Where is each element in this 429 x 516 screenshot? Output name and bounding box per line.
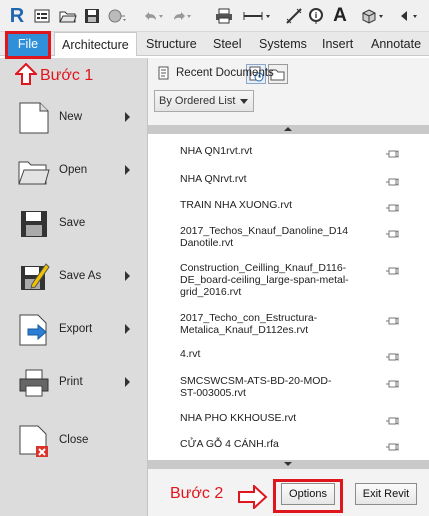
revit-logo-letter: R xyxy=(9,4,25,27)
menu-item-label: Open xyxy=(59,164,88,176)
info-center-icon[interactable] xyxy=(32,6,52,26)
tab-steel[interactable]: Steel xyxy=(213,32,242,56)
scroll-up-button[interactable] xyxy=(148,125,429,134)
recent-document-item[interactable]: NHA PHO KKHOUSE.rvt xyxy=(180,412,390,424)
recent-document-item[interactable]: TRAIN NHA XUONG.rvt xyxy=(180,199,390,211)
exit-revit-button[interactable]: Exit Revit xyxy=(355,483,417,505)
text-icon[interactable]: A xyxy=(330,5,350,26)
pin-icon[interactable] xyxy=(386,201,400,212)
menu-item-close[interactable]: Close xyxy=(0,416,147,469)
recent-documents-icon xyxy=(157,66,171,80)
menu-item-export[interactable]: Export xyxy=(0,305,147,358)
arrow-up-icon xyxy=(284,127,292,131)
printer-icon xyxy=(18,366,50,400)
options-button[interactable]: Options xyxy=(281,483,335,505)
view-3d-icon[interactable] xyxy=(360,6,388,26)
arrow-down-icon xyxy=(284,462,292,466)
close-document-icon xyxy=(18,424,50,458)
menu-item-open[interactable]: Open xyxy=(0,146,147,199)
pin-icon[interactable] xyxy=(386,377,400,388)
recent-document-item[interactable]: 2017_Techos_Knauf_Danoline_D14 Danotile.… xyxy=(180,225,390,249)
ribbon-tab-bar: File Architecture Structure Steel System… xyxy=(0,32,429,56)
menu-item-label: Close xyxy=(59,434,89,446)
scroll-down-button[interactable] xyxy=(148,460,429,469)
file-menu: New Open Save Save As Export Print Close xyxy=(0,58,148,516)
save-icon[interactable] xyxy=(82,6,102,26)
tag-icon[interactable]: i xyxy=(306,6,326,26)
recent-document-item[interactable]: Construction_Ceilling_Knauf_D116- DE_boa… xyxy=(180,262,390,298)
tab-systems[interactable]: Systems xyxy=(259,32,307,56)
menu-item-label: New xyxy=(59,111,83,123)
open-icon[interactable] xyxy=(58,6,78,26)
quick-access-toolbar: R i A xyxy=(0,0,429,32)
print-icon[interactable] xyxy=(214,6,234,26)
chevron-down-icon xyxy=(240,99,248,104)
step1-label: Bước 1 xyxy=(40,67,94,84)
pin-icon[interactable] xyxy=(386,175,400,186)
menu-item-save[interactable]: Save xyxy=(0,199,147,252)
submenu-arrow-icon xyxy=(125,377,130,387)
menu-item-label: Export xyxy=(59,323,93,335)
redo-icon[interactable] xyxy=(168,6,194,26)
sort-order-value: By Ordered List xyxy=(159,95,236,107)
submenu-arrow-icon xyxy=(125,271,130,281)
sync-icon[interactable] xyxy=(106,6,130,26)
dimension-icon[interactable] xyxy=(284,6,304,26)
open-folder-icon xyxy=(18,154,50,188)
revit-logo-icon[interactable]: R xyxy=(6,4,28,28)
recent-document-item[interactable]: 4.rvt xyxy=(180,348,390,360)
submenu-arrow-icon xyxy=(125,324,130,334)
sort-order-dropdown[interactable]: By Ordered List xyxy=(154,90,254,112)
recent-document-item[interactable]: NHA QN1rvt.rvt xyxy=(180,145,390,157)
recent-document-item[interactable]: SMCSWCSM-ATS-BD-20-MOD- ST-003005.rvt xyxy=(180,375,390,399)
new-document-icon xyxy=(18,101,50,135)
text-tool-letter: A xyxy=(333,5,347,26)
menu-item-label: Print xyxy=(59,376,83,388)
recent-document-item[interactable]: NHA QNrvt.rvt xyxy=(180,173,390,185)
submenu-arrow-icon xyxy=(125,165,130,175)
recent-document-item[interactable]: CỬA GỖ 4 CÁNH.rfa xyxy=(180,438,390,450)
export-icon xyxy=(18,313,50,347)
pin-icon[interactable] xyxy=(386,264,400,275)
recent-document-item[interactable]: 2017_Techo_con_Estructura- Metalica_Knau… xyxy=(180,312,390,336)
recent-documents-panel: Recent Documents By Ordered List NHA QN1… xyxy=(148,58,429,516)
menu-item-save-as[interactable]: Save As xyxy=(0,252,147,305)
step2-label: Bước 2 xyxy=(170,485,224,502)
save-as-icon xyxy=(18,260,50,294)
arrow-up-outline-icon xyxy=(13,62,39,85)
tab-insert[interactable]: Insert xyxy=(322,32,353,56)
tab-annotate[interactable]: Annotate xyxy=(371,32,421,56)
menu-item-label: Save xyxy=(59,217,86,229)
pin-icon[interactable] xyxy=(386,147,400,158)
pin-icon[interactable] xyxy=(386,440,400,451)
menu-item-label: Save As xyxy=(59,270,102,282)
recent-documents-title: Recent Documents xyxy=(176,67,274,79)
arrow-right-outline-icon xyxy=(238,483,268,511)
pin-icon[interactable] xyxy=(386,314,400,325)
menu-item-print[interactable]: Print xyxy=(0,358,147,411)
save-floppy-icon xyxy=(18,207,50,241)
pin-icon[interactable] xyxy=(386,350,400,361)
pin-icon[interactable] xyxy=(386,414,400,425)
tab-architecture[interactable]: Architecture xyxy=(54,32,137,56)
recent-documents-list: NHA QN1rvt.rvt NHA QNrvt.rvt TRAIN NHA XUO… xyxy=(148,134,429,460)
section-icon[interactable] xyxy=(398,6,422,26)
undo-icon[interactable] xyxy=(140,6,166,26)
menu-item-new[interactable]: New xyxy=(0,93,147,146)
measure-icon[interactable] xyxy=(240,6,274,26)
tab-structure[interactable]: Structure xyxy=(146,32,197,56)
pin-icon[interactable] xyxy=(386,227,400,238)
submenu-arrow-icon xyxy=(125,112,130,122)
tab-file[interactable]: File xyxy=(8,32,48,56)
svg-text:i: i xyxy=(315,11,317,20)
